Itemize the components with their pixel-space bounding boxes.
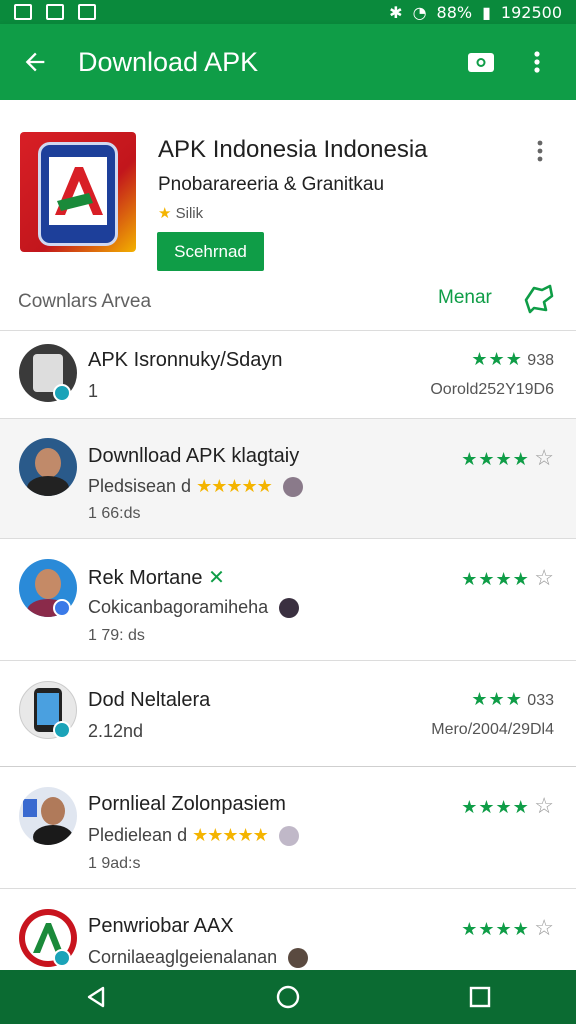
more-vert-icon [534,51,540,73]
item-date: Oorold252Y19D6 [430,381,554,398]
triangle-back-icon [87,986,105,1008]
more-button[interactable] [520,280,556,316]
apk-logo-icon [55,167,103,215]
verified-badge-icon [53,599,71,617]
item-title: Pornlieal Zolonpasiem [88,793,286,815]
list-item[interactable]: Pornlieal Zolonpasiem Pledielean d ★★★★★… [0,766,576,888]
picture-icon [78,4,96,20]
header-more-button[interactable] [536,140,554,162]
item-subtitle: Pledielean d ★★★★★ [88,825,299,847]
stars-icon: ★★★★★ [196,476,273,496]
more-vert-icon [537,140,543,162]
tiny-avatar [278,826,299,847]
wifi-icon: ◔ [412,2,427,22]
notification-icons [14,4,96,20]
item-rating: ★★★★ ☆ [461,793,554,819]
puzzle-icon [524,284,554,314]
item-meta: 1 66:ds [88,505,141,522]
image-icon [46,4,64,20]
stars-icon: ★★★ [471,689,523,709]
app-icon [20,132,136,252]
tiny-avatar [279,598,300,619]
system-indicators: ✱ ◔ 88% ▮ 192500 [389,3,562,22]
app-developer[interactable]: Pnobarareeria & Granitkau [158,174,384,196]
arrow-left-icon [25,52,45,72]
app-list: APK Isronnuky/Sdayn 1 ★★★ 938 Oorold252Y… [0,330,576,970]
verified-badge-icon [53,949,71,967]
gmail-icon [14,4,32,20]
star-icon: ★ [158,205,172,222]
status-bar: ✱ ◔ 88% ▮ 192500 [0,0,576,24]
item-title: Downlload APK klagtaiy [88,445,300,467]
item-rating: ★★★★ ☆ [461,565,554,591]
item-rating-value: 033 [527,692,554,709]
install-button[interactable]: Scehrnad [157,232,264,271]
verified-badge-icon [53,721,71,739]
system-nav-bar [0,970,576,1024]
item-rating: ★★★★ ☆ [461,915,554,941]
stars-icon: ★★★★ [461,797,530,817]
section-label: Cownlars Arvea [18,291,152,312]
item-subtitle: Cokicanbagoramiheha [88,597,300,619]
stars-icon: ★★★★ [461,449,530,469]
circle-home-icon [276,985,300,1009]
empty-star-icon: ☆ [534,915,554,940]
camera-button[interactable] [464,45,498,79]
item-title: Dod Neltalera [88,689,211,711]
more-link[interactable]: Menar [438,287,492,309]
verified-badge-icon [53,384,71,402]
nav-home-button[interactable] [268,977,308,1017]
app-rating: ★ Silik [158,204,203,222]
stars-icon: ★★★★ [461,919,530,939]
battery-icon: ▮ [482,2,491,22]
stars-icon: ★★★★★ [192,825,269,845]
app-header: APK Indonesia Indonesia Pnobarareeria & … [0,100,576,330]
empty-star-icon: ☆ [534,565,554,590]
item-rating: ★★★ 938 [471,349,554,370]
item-subtitle: 1 [88,381,99,401]
square-recents-icon [469,986,491,1008]
app-bar: Download APK [0,24,576,100]
item-subtitle: Cornilaeaglgeienalanan [88,947,309,969]
app-bar-title: Download APK [78,46,259,77]
bluetooth-icon: ✱ [389,2,403,22]
item-date: Mero/2004/29Dl4 [431,721,554,738]
app-title: APK Indonesia Indonesia [158,136,428,163]
tiny-avatar [288,948,309,969]
close-icon: ✕ [208,567,225,589]
item-subtitle: 2.12nd [88,721,144,741]
nav-back-button[interactable] [76,977,116,1017]
stars-icon: ★★★★ [461,569,530,589]
list-item[interactable]: APK Isronnuky/Sdayn 1 ★★★ 938 Oorold252Y… [0,330,576,418]
item-title: Rek Mortane ✕ [88,567,225,589]
overflow-menu-button[interactable] [520,45,554,79]
phone-graphic [38,142,118,246]
item-rating: ★★★★ ☆ [461,445,554,471]
list-item[interactable]: Penwriobar AAX Cornilaeaglgeienalanan ★★… [0,888,576,970]
item-subtitle: Pledsisean d ★★★★★ [88,476,303,498]
avatar [19,787,77,845]
clock: 192500 [500,2,562,22]
nav-recents-button[interactable] [460,977,500,1017]
list-item[interactable]: Dod Neltalera 2.12nd ★★★ 033 Mero/2004/2… [0,660,576,760]
item-meta: 1 9ad:s [88,855,141,872]
list-item[interactable]: Rek Mortane ✕ Cokicanbagoramiheha 1 79: … [0,538,576,660]
stars-icon: ★★★ [471,349,523,369]
tiny-avatar [282,477,303,498]
empty-star-icon: ☆ [534,445,554,470]
item-meta: 1 79: ds [88,627,145,644]
item-rating-value: 938 [527,352,554,369]
battery-level: 88% [436,2,473,22]
back-button[interactable] [18,45,52,79]
item-rating: ★★★ 033 [471,689,554,710]
item-title: Penwriobar AAX [88,915,234,937]
list-item[interactable]: Downlload APK klagtaiy Pledsisean d ★★★★… [0,418,576,538]
rating-text: Silik [175,205,204,222]
camera-icon [468,53,494,72]
item-title: APK Isronnuky/Sdayn [88,349,283,371]
empty-star-icon: ☆ [534,793,554,818]
avatar [19,438,77,496]
